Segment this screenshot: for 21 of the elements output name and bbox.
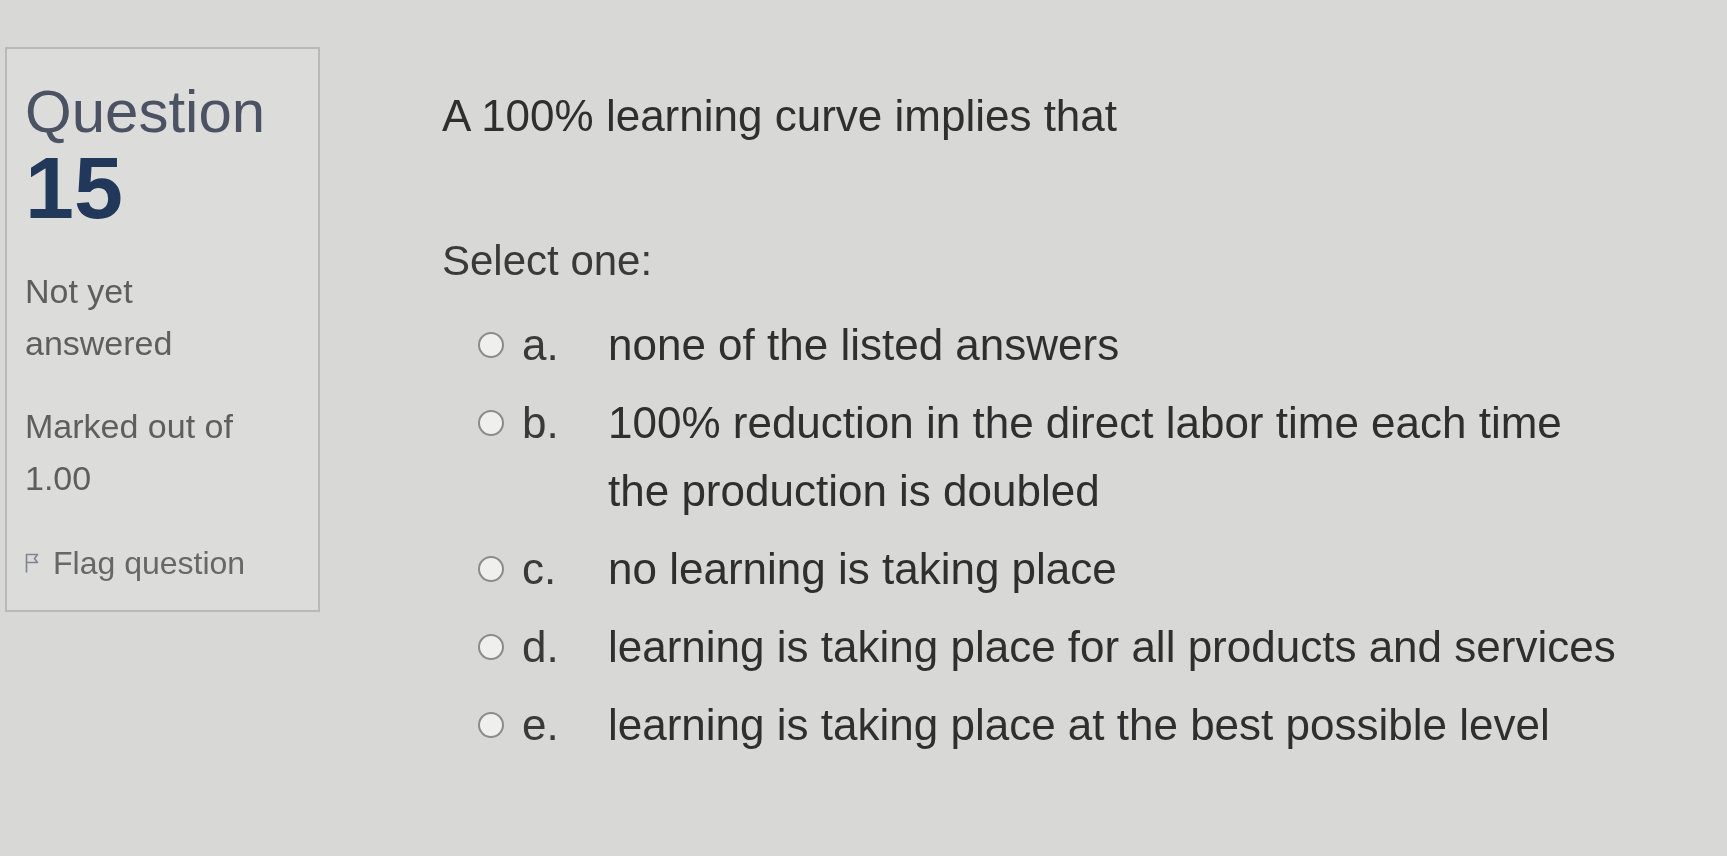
question-title: Question (25, 79, 267, 145)
question-number: 15 (25, 143, 123, 233)
option-text[interactable]: no learning is taking place (608, 535, 1625, 603)
radio-button[interactable] (478, 634, 504, 660)
radio-button[interactable] (478, 712, 504, 738)
option-letter: b. (521, 397, 560, 449)
radio-button[interactable] (478, 332, 504, 358)
answer-status: Not yet answered (25, 271, 174, 364)
option-text[interactable]: none of the listed answers (608, 311, 1625, 379)
radio-button[interactable] (478, 410, 504, 436)
radio-button[interactable] (478, 556, 504, 582)
marks-text: Marked out of 1.00 (25, 406, 234, 499)
option-letter: c. (521, 543, 558, 595)
option-letter: e. (521, 699, 560, 751)
select-one-prompt: Select one: (442, 236, 653, 286)
option-text[interactable]: learning is taking place for all products and services (608, 613, 1625, 681)
option-letter: d. (521, 621, 560, 673)
question-text: A 100% learning curve implies that (442, 90, 1118, 142)
option-letter: a. (521, 319, 560, 371)
option-text[interactable]: learning is taking place at the best possible level (608, 691, 1625, 759)
flag-question-link[interactable]: Flag question (25, 541, 246, 585)
